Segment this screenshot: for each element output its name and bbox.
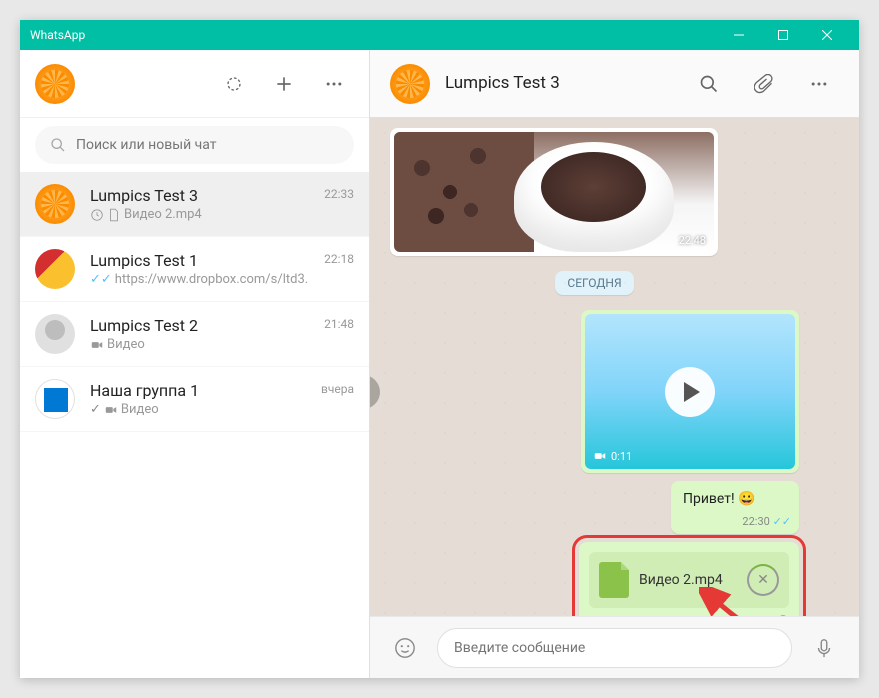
file-meta: MP4 • 36 МБ 22:33 — [589, 614, 789, 616]
chat-name: Lumpics Test 1 — [90, 251, 309, 270]
file-message[interactable]: Видео 2.mp4 ✕ MP4 • 36 МБ 22:33 — [579, 542, 799, 616]
date-divider: СЕГОДНЯ — [390, 271, 799, 295]
chat-list: Lumpics Test 3 Видео 2.mp4 22:33 Lumpics… — [20, 172, 369, 678]
chat-preview: ✓ Видео — [90, 402, 306, 417]
chat-name: Наша группа 1 — [90, 381, 306, 400]
cancel-upload-button[interactable]: ✕ — [747, 564, 779, 596]
titlebar: WhatsApp — [20, 20, 859, 50]
chat-item[interactable]: Lumpics Test 3 Видео 2.mp4 22:33 — [20, 172, 369, 237]
camcorder-icon — [593, 449, 607, 463]
composer — [370, 616, 859, 678]
chat-item[interactable]: Наша группа 1 ✓ Видео вчера — [20, 367, 369, 432]
my-avatar[interactable] — [35, 64, 75, 104]
search-icon — [50, 137, 66, 153]
chat-avatar — [35, 249, 75, 289]
emoji-icon[interactable] — [385, 628, 425, 668]
search-input[interactable] — [76, 137, 339, 153]
text-message[interactable]: Привет! 😀 22:30 ✓✓ — [671, 481, 799, 534]
file-icon — [107, 208, 121, 222]
contact-avatar[interactable] — [390, 64, 430, 104]
read-tick-icon: ✓✓ — [90, 272, 112, 287]
minimize-button[interactable] — [717, 20, 761, 50]
messages-area[interactable]: 22:48 СЕГОДНЯ ➦ 0:11 — [370, 118, 859, 616]
clock-icon — [90, 208, 104, 222]
message-row: Видео 2.mp4 ✕ MP4 • 36 МБ 22:33 — [390, 542, 799, 616]
chat-item[interactable]: Lumpics Test 1 ✓✓ https://www.dropbox.co… — [20, 237, 369, 302]
chat-menu-icon[interactable] — [799, 64, 839, 104]
chat-name: Lumpics Test 2 — [90, 316, 309, 335]
video-icon — [104, 403, 118, 417]
message-row: Привет! 😀 22:30 ✓✓ — [390, 481, 799, 534]
video-duration: 0:11 — [593, 449, 632, 463]
message-row: ➦ 0:11 — [390, 310, 799, 473]
pending-icon — [777, 614, 789, 616]
image-content: 22:48 — [394, 132, 714, 252]
image-message[interactable]: 22:48 — [390, 128, 718, 256]
status-icon[interactable] — [214, 64, 254, 104]
close-button[interactable] — [805, 20, 849, 50]
date-chip: СЕГОДНЯ — [555, 271, 633, 295]
chat-time: вчера — [321, 382, 354, 396]
chat-avatar — [35, 379, 75, 419]
message-text: Привет! 😀 — [675, 485, 795, 513]
forward-button[interactable]: ➦ — [370, 375, 380, 409]
message-row: 22:48 — [390, 128, 799, 256]
message-meta: 22:30 ✓✓ — [675, 515, 795, 530]
message-time: 22:48 — [679, 234, 706, 247]
chat-avatar — [35, 314, 75, 354]
video-icon — [90, 338, 104, 352]
sidebar-header — [20, 50, 369, 118]
sidebar: Lumpics Test 3 Видео 2.mp4 22:33 Lumpics… — [20, 50, 370, 678]
chat-search-icon[interactable] — [689, 64, 729, 104]
chat-preview: Видео 2.mp4 — [90, 207, 309, 222]
chat-avatar — [35, 184, 75, 224]
app-title: WhatsApp — [30, 28, 717, 42]
chat-name: Lumpics Test 3 — [90, 186, 309, 205]
chat-preview: ✓✓ https://www.dropbox.com/s/ltd3... — [90, 272, 309, 287]
file-row: Видео 2.mp4 ✕ — [589, 552, 789, 608]
chat-item[interactable]: Lumpics Test 2 Видео 21:48 — [20, 302, 369, 367]
app-window: WhatsApp Lumpics Test 3 — [20, 20, 859, 678]
chat-preview: Видео — [90, 337, 309, 352]
video-message[interactable]: 0:11 — [581, 310, 799, 473]
maximize-button[interactable] — [761, 20, 805, 50]
menu-icon[interactable] — [314, 64, 354, 104]
video-content: 0:11 — [585, 314, 795, 469]
tick-icon: ✓ — [90, 402, 101, 417]
document-icon — [599, 562, 629, 598]
new-chat-icon[interactable] — [264, 64, 304, 104]
chat-panel: Lumpics Test 3 22:48 СЕГОДНЯ — [370, 50, 859, 678]
attach-icon[interactable] — [744, 64, 784, 104]
search-box[interactable] — [35, 126, 354, 164]
play-icon[interactable] — [665, 367, 715, 417]
read-tick-icon: ✓✓ — [773, 515, 791, 528]
chat-time: 21:48 — [324, 317, 354, 331]
mic-icon[interactable] — [804, 628, 844, 668]
contact-name[interactable]: Lumpics Test 3 — [445, 73, 674, 93]
file-name: Видео 2.mp4 — [639, 572, 737, 588]
chat-header: Lumpics Test 3 — [370, 50, 859, 118]
chat-time: 22:18 — [324, 252, 354, 266]
chat-time: 22:33 — [324, 187, 354, 201]
message-input[interactable] — [437, 628, 792, 668]
